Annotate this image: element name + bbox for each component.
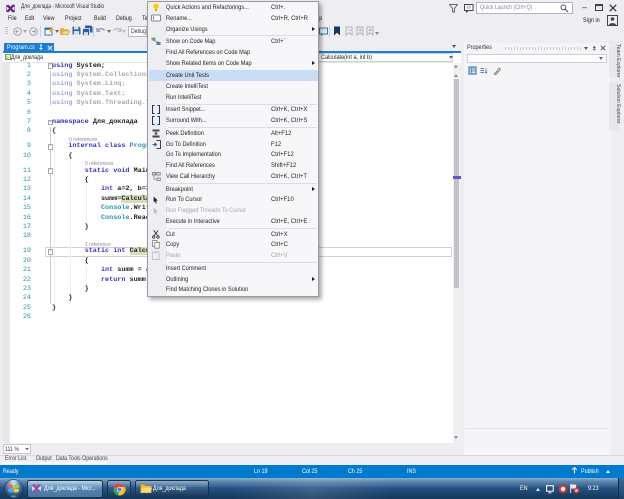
svg-text:C: C: [5, 55, 8, 60]
